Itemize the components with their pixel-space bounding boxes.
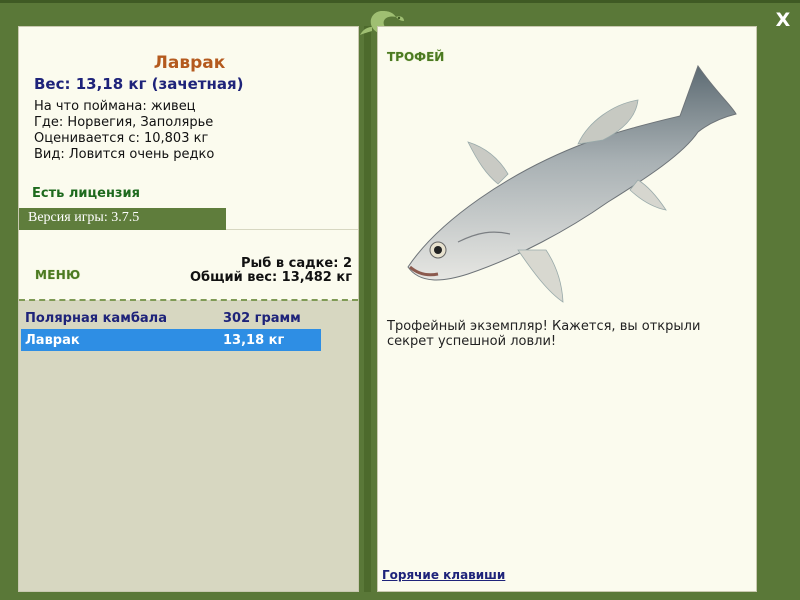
keepnet-stats: Рыб в садке: 2 Общий вес: 13,482 кг: [190, 257, 352, 285]
catch-name: Полярная камбала: [25, 310, 167, 326]
catch-name: Лаврак: [25, 332, 80, 348]
fish-name: Лаврак: [153, 53, 226, 73]
total-weight: Общий вес: 13,482 кг: [189, 270, 352, 285]
fish-info-lines: На что поймана: живец Где: Норвегия, Зап…: [34, 99, 214, 163]
dashed-divider: [19, 299, 358, 301]
close-icon[interactable]: X: [772, 9, 794, 31]
rarity-info: Вид: Ловится очень редко: [34, 147, 215, 162]
fish-details: Лаврак Вес: 13,18 кг (зачетная) На что п…: [19, 27, 358, 230]
menu-button[interactable]: МЕНЮ: [35, 268, 80, 282]
catch-list: Полярная камбала 302 грамм Лаврак 13,18 …: [21, 307, 321, 351]
fish-count: Рыб в садке: 2: [240, 256, 352, 271]
catch-row-0[interactable]: Полярная камбала 302 грамм: [21, 307, 321, 329]
fish-info-panel: Лаврак Вес: 13,18 кг (зачетная) На что п…: [18, 26, 359, 592]
valued-info: Оценивается с: 10,803 кг: [34, 131, 209, 146]
bait-info: На что поймана: живец: [34, 99, 196, 114]
license-status: Есть лицензия: [32, 186, 140, 201]
catch-weight: 302 грамм: [223, 310, 301, 326]
game-version: Версия игры: 3.7.5: [19, 208, 226, 230]
fish-weight: Вес: 13,18 кг (зачетная): [34, 75, 244, 93]
sea-bass-image: [407, 64, 737, 303]
catch-weight: 13,18 кг: [223, 332, 285, 348]
location-info: Где: Норвегия, Заполярье: [34, 115, 214, 130]
trophy-description: Трофейный экземпляр! Кажется, вы открыли…: [387, 319, 701, 349]
catch-row-1[interactable]: Лаврак 13,18 кг: [21, 329, 321, 351]
game-window: Лаврак Вес: 13,18 кг (зачетная) На что п…: [0, 0, 800, 600]
trophy-panel: ТРОФЕЙ Трофейный экземпляр! Кажется, вы …: [377, 26, 757, 592]
panel-divider: [364, 26, 371, 592]
hotkeys-link[interactable]: Горячие клавиши: [382, 568, 505, 582]
menu-stats-zone: МЕНЮ Рыб в садке: 2 Общий вес: 13,482 кг: [19, 230, 358, 300]
